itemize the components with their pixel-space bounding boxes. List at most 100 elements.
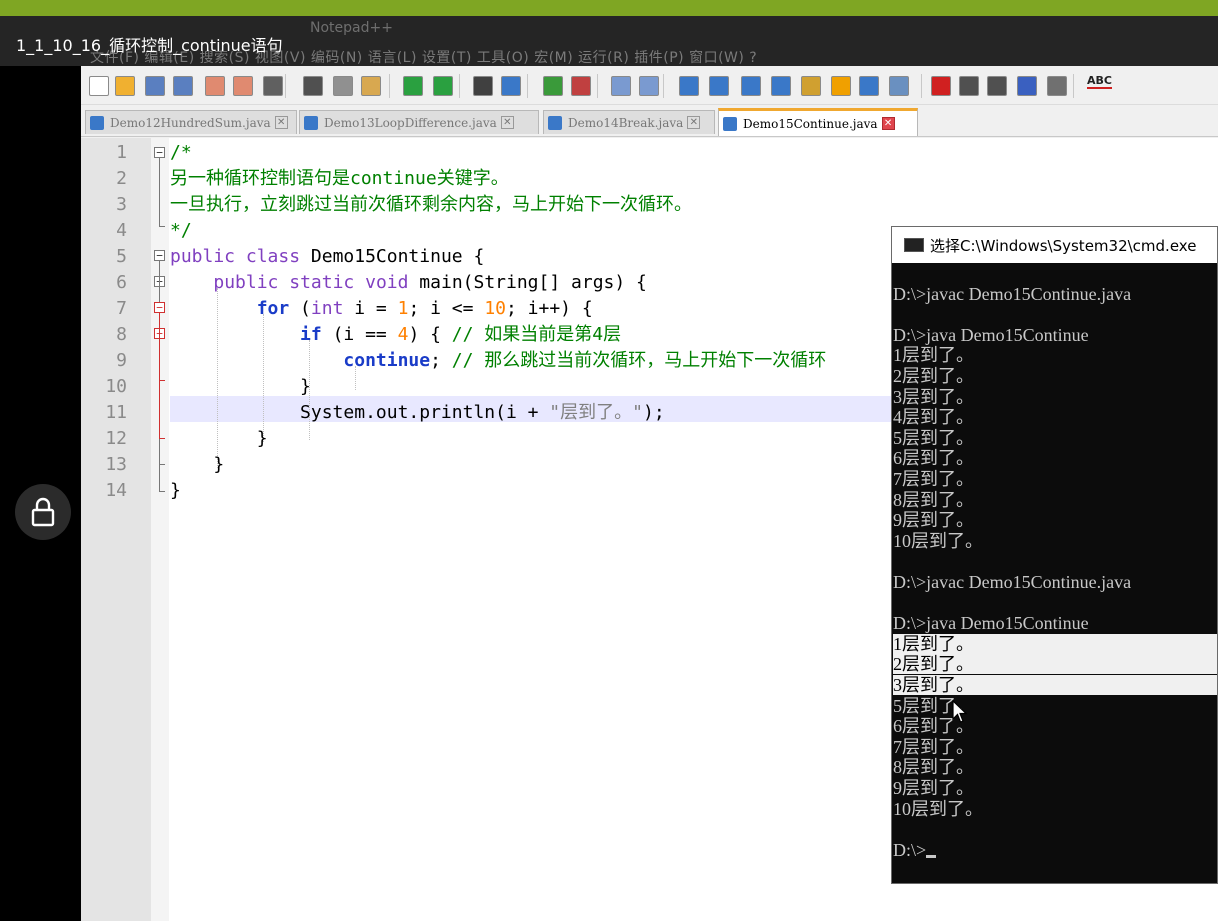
play-macro-icon[interactable]: [987, 76, 1007, 96]
cmd-output-line: 9层到了。: [893, 778, 974, 798]
sync-h-icon[interactable]: [639, 76, 659, 96]
wrap-icon[interactable]: [679, 76, 699, 96]
tab-demo14[interactable]: Demo14Break.java ✕: [543, 110, 715, 134]
zoom-out-icon[interactable]: [571, 76, 591, 96]
paste-icon[interactable]: [361, 76, 381, 96]
record-macro-icon[interactable]: [931, 76, 951, 96]
tab-label: Demo13LoopDifference.java: [324, 115, 497, 130]
code-line-4: */: [170, 220, 192, 241]
redo-icon[interactable]: [433, 76, 453, 96]
line-number: 9: [116, 350, 127, 371]
stop-macro-icon[interactable]: [959, 76, 979, 96]
function-list-icon[interactable]: [801, 76, 821, 96]
fold-toggle[interactable]: −: [154, 302, 165, 313]
line-number: 13: [105, 454, 127, 475]
cmd-output-line: 1层到了。: [893, 633, 1217, 654]
code-line-8: if (i == 4) { // 如果当前是第4层: [300, 324, 622, 345]
video-title: 1_1_10_16_循环控制_continue语句: [16, 36, 283, 55]
tab-demo12[interactable]: Demo12HundredSum.java ✕: [85, 110, 297, 134]
sync-v-icon[interactable]: [611, 76, 631, 96]
zoom-in-icon[interactable]: [543, 76, 563, 96]
new-file-icon[interactable]: [89, 76, 109, 96]
cmd-output-line: 7层到了。: [893, 469, 974, 489]
code-line-9: continue; // 那么跳过当前次循环，马上开始下一次循环: [343, 350, 827, 371]
indent-guide-icon[interactable]: [741, 76, 761, 96]
replace-icon[interactable]: [501, 76, 521, 96]
fold-line: [159, 380, 165, 381]
cut-icon[interactable]: [303, 76, 323, 96]
toolbar-separator: [663, 74, 664, 98]
code-line-1: /*: [170, 142, 192, 163]
close-all-icon[interactable]: [233, 76, 253, 96]
code-line-14: }: [170, 480, 181, 501]
cmd-output-line: 8层到了。: [893, 757, 974, 778]
ghost-window-title: Notepad++: [310, 20, 393, 36]
cmd-output-line: 7层到了。: [893, 736, 974, 757]
cmd-output-line: D:\>javac Demo15Continue.java: [893, 572, 1132, 592]
save-all-icon[interactable]: [173, 76, 193, 96]
cmd-title-bar[interactable]: 选择C:\Windows\System32\cmd.exe: [892, 227, 1217, 263]
line-number: 11: [105, 402, 127, 423]
line-number: 3: [116, 194, 127, 215]
line-number: 12: [105, 428, 127, 449]
line-number: 1: [116, 142, 127, 163]
line-number: 10: [105, 376, 127, 397]
mouse-pointer-icon: [952, 700, 968, 723]
toolbar-separator: [459, 74, 460, 98]
fold-toggle[interactable]: −: [154, 147, 165, 158]
close-icon[interactable]: [205, 76, 225, 96]
save-state-icon: [723, 116, 737, 131]
monitor-icon[interactable]: [859, 76, 879, 96]
cmd-output-line: 4层到了。: [893, 407, 974, 428]
cmd-output-line: 9层到了。: [893, 510, 974, 531]
tab-bar: Demo12HundredSum.java ✕ Demo13LoopDiffer…: [81, 106, 1218, 137]
tab-demo15[interactable]: Demo15Continue.java ✕: [718, 108, 918, 136]
cmd-window[interactable]: 选择C:\Windows\System32\cmd.exe D:\>javac …: [891, 226, 1218, 884]
print-icon[interactable]: [263, 76, 283, 96]
save-icon[interactable]: [145, 76, 165, 96]
code-line-2: 另一种循环控制语句是continue关键字。: [170, 168, 509, 189]
text-cursor: [926, 854, 937, 858]
lock-icon: [31, 497, 55, 527]
code-line-3: 一旦执行，立刻跳过当前次循环剩余内容，马上开始下一次循环。: [170, 194, 692, 215]
close-tab-icon[interactable]: ✕: [881, 117, 895, 130]
code-line-13: }: [213, 454, 225, 475]
lock-button[interactable]: [15, 484, 71, 540]
cmd-output-line: D:\>: [893, 840, 937, 860]
fold-toggle[interactable]: −: [154, 250, 165, 261]
undo-icon[interactable]: [403, 76, 423, 96]
cmd-output-line: D:\>java Demo15Continue: [893, 613, 1089, 634]
open-file-icon[interactable]: [115, 76, 135, 96]
video-title-bar: Notepad++ 文件(F) 编辑(E) 搜索(S) 视图(V) 编码(N) …: [0, 16, 1218, 66]
doc-map-icon[interactable]: [771, 76, 791, 96]
tab-demo13[interactable]: Demo13LoopDifference.java ✕: [299, 110, 539, 134]
folder-workspace-icon[interactable]: [831, 76, 851, 96]
cmd-output-line: D:\>java Demo15Continue: [893, 324, 1089, 345]
close-tab-icon[interactable]: ✕: [500, 116, 514, 129]
find-icon[interactable]: [473, 76, 493, 96]
close-tab-icon[interactable]: ✕: [274, 116, 288, 129]
spellcheck-icon[interactable]: ABC: [1087, 74, 1112, 89]
close-tab-icon[interactable]: ✕: [687, 116, 701, 129]
fold-line: [159, 313, 160, 438]
line-number-gutter: 1 2 3 4 5 6 7 8 9 10 11 12 13 14: [81, 138, 151, 921]
cmd-output-line: 10层到了。: [893, 798, 983, 819]
toolbar: ABC: [81, 66, 1218, 105]
line-number: 4: [116, 220, 127, 241]
cmd-output-line: 5层到了。: [893, 427, 974, 448]
run-macro-multiple-icon[interactable]: [1017, 76, 1037, 96]
toolbar-separator: [1073, 74, 1074, 98]
line-number: 14: [105, 480, 127, 501]
copy-icon[interactable]: [333, 76, 353, 96]
cmd-output-line: 1层到了。: [893, 345, 974, 366]
toolbar-separator: [597, 74, 598, 98]
cmd-output-line: 2层到了。: [893, 654, 1217, 675]
show-all-chars-icon[interactable]: [709, 76, 729, 96]
line-number: 5: [116, 246, 127, 267]
save-macro-icon[interactable]: [1047, 76, 1067, 96]
fold-line: [159, 158, 160, 226]
eye-icon[interactable]: [889, 76, 909, 96]
cmd-output-line: 8层到了。: [893, 489, 974, 510]
cmd-output-line: 3层到了。: [893, 386, 974, 407]
fold-line: [159, 464, 165, 465]
